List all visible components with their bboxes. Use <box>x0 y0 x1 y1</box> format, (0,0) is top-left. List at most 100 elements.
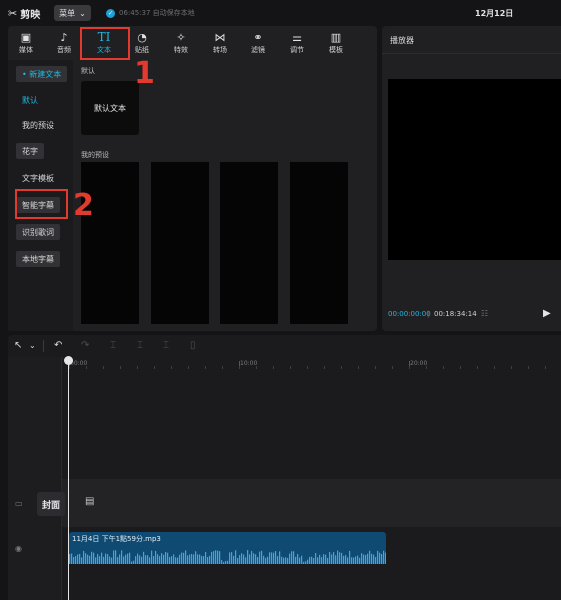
waveform-bar <box>289 553 291 564</box>
ruler-minor-tick <box>103 366 104 369</box>
waveform-bar <box>91 551 93 564</box>
waveform-bar <box>269 552 271 564</box>
split-right-icon[interactable]: ⌶ <box>163 340 169 352</box>
waveform-bar <box>381 554 383 564</box>
player-preview[interactable] <box>388 79 561 260</box>
track-headers <box>8 357 62 600</box>
ruler-minor-tick <box>273 366 274 369</box>
select-cursor-icon[interactable]: ↖ <box>14 340 22 352</box>
ruler-minor-tick <box>477 366 478 369</box>
sidebar-item-text-templates[interactable]: 文字模板 <box>16 170 60 186</box>
tab-media[interactable]: ▣ 媒体 <box>8 26 44 60</box>
sidebar-item-new-text[interactable]: • 新建文本 <box>16 66 68 82</box>
tab-transition[interactable]: ⋈ 转场 <box>202 26 238 60</box>
app-logo: ✂ 剪映 <box>8 6 40 21</box>
sidebar-item-local-captions[interactable]: 本地字幕 <box>16 251 60 267</box>
waveform-bar <box>119 554 121 564</box>
preset-card[interactable] <box>290 162 348 324</box>
waveform-bar <box>291 551 293 564</box>
waveform-bar <box>169 556 171 564</box>
player-title: 播放器 <box>390 36 414 45</box>
ruler-minor-tick <box>341 366 342 369</box>
waveform-bar <box>105 553 107 564</box>
waveform-bar <box>259 551 261 564</box>
waveform-bar <box>215 550 217 564</box>
waveform-bar <box>203 556 205 564</box>
waveform-bar <box>251 551 253 564</box>
waveform-bar <box>191 554 193 564</box>
check-circle-icon: ✓ <box>106 8 115 18</box>
ruler-minor-tick <box>69 366 70 369</box>
waveform-bar <box>121 550 123 564</box>
preset-card[interactable] <box>220 162 278 324</box>
annotation-box-2 <box>15 189 68 219</box>
waveform-bar <box>213 551 215 564</box>
waveform-bar <box>241 553 243 564</box>
tab-adjust[interactable]: ⚌ 调节 <box>279 26 315 60</box>
ruler-minor-tick <box>443 366 444 369</box>
waveform-bar <box>163 554 165 564</box>
redo-icon[interactable]: ↷ <box>81 340 89 352</box>
grid-ratio-icon[interactable]: ☷ <box>481 309 495 318</box>
delete-icon[interactable]: ▯ <box>190 340 196 352</box>
waveform-bar <box>333 552 335 564</box>
waveform-bar <box>281 556 283 564</box>
waveform-bar <box>335 555 337 564</box>
ruler-tick-label: 20:00 <box>410 360 428 367</box>
waveform-bar <box>263 555 265 564</box>
play-button[interactable]: ▶ <box>543 308 551 319</box>
waveform-bar <box>167 552 169 564</box>
ruler-minor-tick <box>137 366 138 369</box>
default-text-card[interactable]: 默认文本 <box>81 81 139 135</box>
tab-template[interactable]: ▥ 模板 <box>318 26 354 60</box>
transition-icon: ⋈ <box>214 30 226 44</box>
ruler-minor-tick <box>307 366 308 369</box>
tab-effects[interactable]: ✧ 特效 <box>163 26 199 60</box>
preset-card[interactable] <box>81 162 139 324</box>
sidebar-item-recognize-lyrics[interactable]: 识别歌词 <box>16 224 60 240</box>
waveform-bar <box>307 559 309 564</box>
waveform-bar <box>201 555 203 564</box>
waveform-bar <box>239 555 241 564</box>
video-track-icon: ▭ <box>15 499 23 508</box>
waveform-bar <box>337 550 339 564</box>
cover-button[interactable]: 封面 <box>37 492 65 516</box>
chevron-down-icon[interactable]: ⌄ <box>29 340 36 352</box>
play-icon: ▶ <box>543 308 551 319</box>
sidebar-item-fancy-text[interactable]: 花字 <box>16 143 44 159</box>
undo-icon[interactable]: ↶ <box>54 340 62 352</box>
ruler-minor-tick <box>426 366 427 369</box>
split-left-icon[interactable]: ⌶ <box>137 340 143 352</box>
waveform-bar <box>295 556 297 564</box>
split-icon[interactable]: ⌶ <box>110 340 116 352</box>
sidebar-item-my-presets[interactable]: 我的预设 <box>16 117 60 133</box>
waveform-bar <box>353 557 355 564</box>
waveform-bar <box>375 557 377 564</box>
ruler-minor-tick <box>324 366 325 369</box>
waveform-bar <box>351 557 353 564</box>
waveform-bar <box>217 550 219 564</box>
waveform-bar <box>367 553 369 564</box>
tab-filter[interactable]: ⚭ 滤镜 <box>240 26 276 60</box>
menu-button[interactable]: 菜单 ⌄ <box>54 5 91 21</box>
waveform-bar <box>147 555 149 564</box>
playhead[interactable] <box>68 357 69 600</box>
waveform-bar <box>165 551 167 564</box>
tab-label: 调节 <box>290 45 304 54</box>
tab-label: 特效 <box>174 45 188 54</box>
waveform-bar <box>131 561 133 564</box>
waveform-bar <box>175 557 177 564</box>
waveform-bar <box>189 554 191 564</box>
waveform-bar <box>83 550 85 564</box>
music-note-icon: ♪ <box>60 30 68 44</box>
waveform-bar <box>237 557 239 564</box>
main-video-track[interactable] <box>62 479 561 527</box>
tab-audio[interactable]: ♪ 音频 <box>46 26 82 60</box>
waveform-bar <box>161 553 163 564</box>
waveform-bar <box>125 554 127 564</box>
sidebar-item-default[interactable]: 默认 <box>16 92 44 108</box>
preset-card[interactable] <box>151 162 209 324</box>
waveform-bar <box>101 552 103 564</box>
waveform-bar <box>143 551 145 564</box>
playhead-handle[interactable] <box>64 356 73 365</box>
